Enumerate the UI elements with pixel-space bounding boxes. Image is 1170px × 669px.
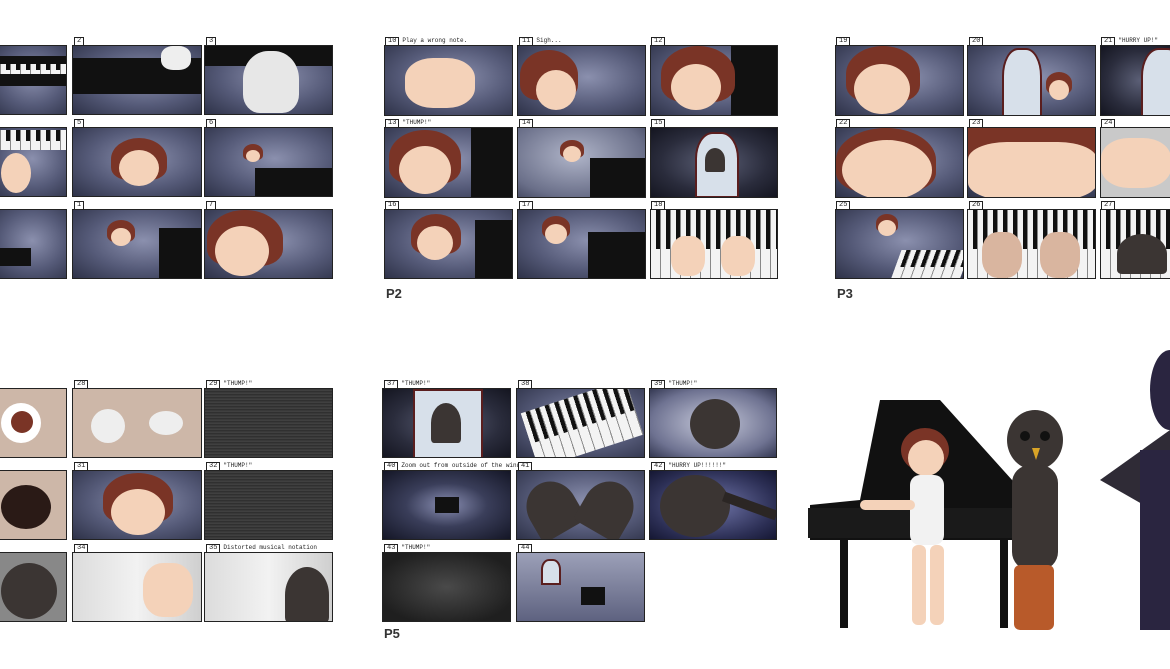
storyboard-panel xyxy=(0,552,67,622)
storyboard-panel xyxy=(835,209,964,279)
storyboard-panel xyxy=(835,45,964,116)
storyboard-panel xyxy=(384,45,513,116)
character-illustration xyxy=(800,330,1170,650)
storyboard-panel xyxy=(384,209,513,279)
storyboard-panel xyxy=(516,388,645,458)
storyboard-panel-static xyxy=(204,470,333,540)
storyboard-panel-static xyxy=(204,388,333,458)
storyboard-panel xyxy=(0,388,67,458)
storyboard-panel xyxy=(835,127,964,198)
storyboard-panel xyxy=(650,127,778,198)
storyboard-panel xyxy=(1100,45,1170,116)
storyboard-panel xyxy=(204,209,333,279)
storyboard-panel xyxy=(1100,127,1170,198)
girl-piano-crow-illustration xyxy=(808,350,1170,630)
page-label-p5: P5 xyxy=(384,626,400,641)
storyboard-panel xyxy=(382,388,511,458)
storyboard-panel xyxy=(204,45,333,115)
storyboard-panel xyxy=(382,552,511,622)
storyboard-panel xyxy=(72,470,202,540)
storyboard-panel xyxy=(517,209,646,279)
storyboard-panel xyxy=(382,470,511,540)
figure-back xyxy=(243,51,299,113)
storyboard-panel xyxy=(72,45,202,115)
storyboard-panel xyxy=(72,388,202,458)
storyboard-panel xyxy=(967,127,1096,198)
storyboard-panel xyxy=(967,209,1096,279)
storyboard-panel xyxy=(72,127,202,197)
storyboard-panel xyxy=(204,127,333,197)
page-label-p2: P2 xyxy=(386,286,402,301)
storyboard-panel xyxy=(516,552,645,622)
figure-legs xyxy=(161,46,191,70)
storyboard-panel xyxy=(0,209,67,279)
storyboard-panel xyxy=(649,388,777,458)
storyboard-panel xyxy=(0,470,67,540)
storyboard-panel xyxy=(517,45,646,116)
storyboard-panel xyxy=(517,127,646,198)
storyboard-panel xyxy=(650,209,778,279)
page-label-p3: P3 xyxy=(837,286,853,301)
storyboard-panel xyxy=(0,45,67,115)
storyboard-panel-sheet-music xyxy=(72,552,202,622)
storyboard-panel xyxy=(0,127,67,197)
storyboard-panel xyxy=(650,45,778,116)
storyboard-panel xyxy=(384,127,513,198)
storyboard-panel xyxy=(516,470,645,540)
storyboard-panel-sheet-music xyxy=(204,552,333,622)
storyboard-panel xyxy=(72,209,202,279)
storyboard-panel xyxy=(649,470,777,540)
storyboard-title-fragment: ​ xyxy=(0,0,230,8)
storyboard-panel xyxy=(1100,209,1170,279)
storyboard-panel xyxy=(967,45,1096,116)
